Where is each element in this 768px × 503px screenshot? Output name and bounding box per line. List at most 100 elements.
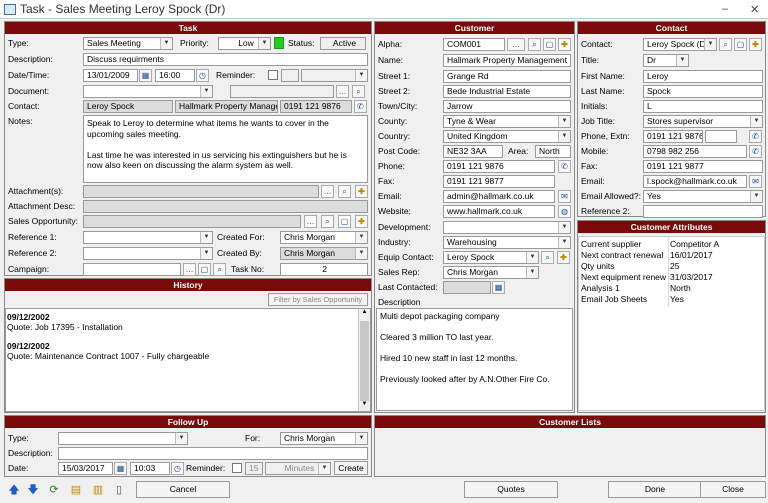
followup-for-select[interactable]: Chris Morgan ▼ [280, 432, 368, 445]
quotes-button[interactable]: Quotes [464, 481, 558, 498]
close-window-button[interactable]: ✕ [750, 3, 759, 16]
document-icon[interactable]: ▢ [734, 38, 747, 51]
add-icon[interactable]: ✚ [558, 38, 571, 51]
clipboard-icon[interactable]: ▥ [89, 481, 107, 499]
followup-type-select[interactable]: ▼ [58, 432, 188, 445]
task-no-field[interactable]: 2 [280, 263, 368, 276]
last-contacted-field[interactable] [443, 281, 491, 294]
reminder-qty-field[interactable] [281, 69, 299, 82]
ellipsis-button[interactable]: … [321, 185, 334, 198]
contact-phone-field[interactable]: 0191 121 9876 [280, 100, 352, 113]
customer-description-textarea[interactable]: Multi depot packaging company Cleared 3 … [376, 308, 573, 411]
cancel-button[interactable]: Cancel [136, 481, 230, 498]
country-select[interactable]: United Kingdom ▼ [443, 130, 571, 143]
ellipsis-button[interactable]: … [304, 215, 317, 228]
search-icon[interactable]: ⌕ [213, 263, 226, 276]
development-select[interactable]: ▼ [443, 221, 571, 234]
calendar-icon[interactable]: ▦ [114, 462, 127, 475]
status-field[interactable]: Active [320, 37, 366, 50]
document-icon[interactable]: ▢ [198, 263, 211, 276]
create-button[interactable]: Create [334, 461, 368, 475]
reference1-select[interactable]: ▼ [83, 231, 213, 244]
search-icon[interactable]: ⌕ [528, 38, 541, 51]
search-icon[interactable]: ⌕ [719, 38, 732, 51]
followup-description-input[interactable] [58, 447, 368, 460]
minimize-button[interactable]: – [722, 3, 728, 15]
postcode-field[interactable]: NE32 3AA [443, 145, 503, 158]
envelope-icon[interactable]: ✉ [749, 175, 762, 188]
close-button[interactable]: Close [700, 481, 766, 498]
reminder-checkbox[interactable] [268, 70, 278, 80]
notes-textarea[interactable]: Speak to Leroy to determine what items h… [83, 115, 368, 183]
search-icon[interactable]: ⌕ [352, 85, 365, 98]
job-title-select[interactable]: Stores supervisor ▼ [643, 115, 763, 128]
street1-field[interactable]: Grange Rd [443, 70, 571, 83]
attribute-row[interactable]: Qty units 25 [579, 261, 749, 272]
attribute-row[interactable]: Email Job Sheets Yes [579, 294, 749, 305]
type-select[interactable]: Sales Meeting ▼ [83, 37, 173, 50]
calendar-icon[interactable]: ▦ [492, 281, 505, 294]
phone-icon[interactable]: ✆ [749, 145, 762, 158]
name-field[interactable]: Hallmark Property Management Ltd [443, 54, 571, 67]
customer-fax-field[interactable]: 0191 121 9877 [443, 175, 555, 188]
scroll-thumb[interactable] [360, 321, 369, 401]
contact-ref2-field[interactable] [643, 205, 763, 218]
contact-select[interactable]: Leroy Spock (Dr ▼ [643, 38, 717, 51]
contact-phone-field[interactable]: 0191 121 9876 [643, 130, 703, 143]
history-entry[interactable]: Quote: Maintenance Contract 1007 - Fully… [7, 351, 209, 361]
attachments-field[interactable] [83, 185, 319, 198]
campaign-field[interactable] [83, 263, 181, 276]
scroll-up-icon[interactable]: ▲ [360, 309, 369, 319]
county-select[interactable]: Tyne & Wear ▼ [443, 115, 571, 128]
followup-time-input[interactable]: 10:03 [130, 462, 170, 475]
reminder-unit-select[interactable]: ▼ [301, 69, 368, 82]
customer-email-field[interactable]: admin@hallmark.co.uk [443, 190, 555, 203]
globe-icon[interactable]: ◍ [558, 205, 571, 218]
equip-contact-select[interactable]: Leroy Spock ▼ [443, 251, 539, 264]
phone-icon[interactable]: ✆ [558, 160, 571, 173]
street2-field[interactable]: Bede Industrial Estate [443, 85, 571, 98]
document-path-field[interactable] [230, 85, 334, 98]
attribute-row[interactable]: Next equipment renew 31/03/2017 [579, 272, 749, 283]
ellipsis-button[interactable]: … [336, 85, 349, 98]
history-scrollbar[interactable]: ▲ ▼ [358, 309, 370, 411]
add-icon[interactable]: ✚ [557, 251, 570, 264]
date-input[interactable]: 13/01/2009 [83, 69, 138, 82]
attribute-row[interactable]: Next contract renewal 16/01/2017 [579, 250, 749, 261]
add-icon[interactable]: ✚ [355, 185, 368, 198]
sales-rep-select[interactable]: Chris Morgan ▼ [443, 266, 539, 279]
folder-icon[interactable]: ▤ [67, 481, 85, 499]
attachment-desc-field[interactable] [83, 200, 368, 213]
filter-by-sales-opportunity-button[interactable]: Filter by Sales Opportunity [268, 293, 368, 306]
document-select[interactable]: ▼ [83, 85, 213, 98]
followup-date-input[interactable]: 15/03/2017 [58, 462, 113, 475]
mobile-field[interactable]: 0798 982 256 [643, 145, 747, 158]
arrow-down-icon[interactable]: 🡇 [24, 481, 42, 499]
initials-field[interactable]: L [643, 100, 763, 113]
created-for-select[interactable]: Chris Morgan ▼ [280, 231, 368, 244]
add-icon[interactable]: ✚ [749, 38, 762, 51]
clock-icon[interactable]: ◷ [171, 462, 184, 475]
contact-email-field[interactable]: l.spock@hallmark.co.uk [643, 175, 747, 188]
arrow-up-icon[interactable]: 🡅 [5, 481, 23, 499]
clock-icon[interactable]: ◷ [196, 69, 209, 82]
ellipsis-button[interactable]: … [183, 263, 196, 276]
industry-select[interactable]: Warehousing ▼ [443, 236, 571, 249]
document-icon[interactable]: ▢ [543, 38, 556, 51]
priority-select[interactable]: Low ▼ [218, 37, 271, 50]
calendar-icon[interactable]: ▦ [139, 69, 152, 82]
ellipsis-button[interactable]: … [507, 38, 525, 51]
done-button[interactable]: Done [608, 481, 702, 498]
search-icon[interactable]: ⌕ [541, 251, 554, 264]
area-field[interactable]: North [535, 145, 571, 158]
document-icon[interactable]: ▢ [338, 215, 351, 228]
description-input[interactable]: Discuss requirments [83, 53, 368, 66]
search-icon[interactable]: ⌕ [338, 185, 351, 198]
followup-reminder-unit[interactable]: Minutes ▼ [265, 462, 331, 475]
reference2-select[interactable]: ▼ [83, 247, 213, 260]
alpha-field[interactable]: COM001 [443, 38, 505, 51]
title-select[interactable]: Dr ▼ [643, 54, 689, 67]
contact-fax-field[interactable]: 0191 121 9877 [643, 160, 763, 173]
attribute-row[interactable]: Analysis 1 North [579, 283, 749, 294]
scroll-down-icon[interactable]: ▼ [360, 401, 369, 411]
